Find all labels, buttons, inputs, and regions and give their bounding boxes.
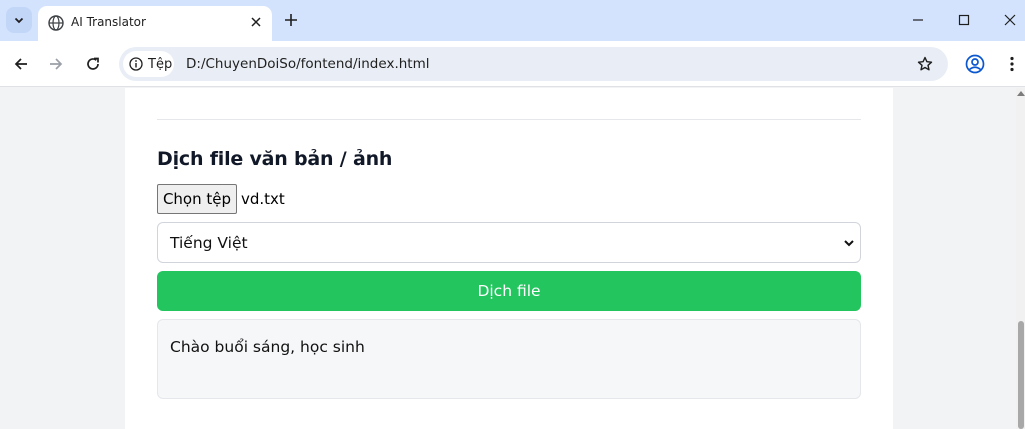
choose-file-button[interactable]: Chọn tệp bbox=[157, 184, 237, 214]
tab-strip: AI Translator bbox=[0, 0, 1025, 41]
minimize-icon bbox=[913, 19, 923, 21]
maximize-icon bbox=[958, 14, 970, 26]
translator-card: Dịch file văn bản / ảnh Chọn tệp vd.txt … bbox=[125, 88, 893, 429]
globe-icon bbox=[48, 15, 64, 31]
scroll-up-arrow-icon[interactable] bbox=[1017, 91, 1025, 96]
arrow-right-icon bbox=[50, 58, 63, 70]
browser-toolbar: Tệp D:/ChuyenDoiSo/fontend/index.html bbox=[0, 41, 1025, 87]
chevron-down-icon bbox=[844, 240, 854, 247]
minimize-button[interactable] bbox=[904, 8, 932, 32]
tab-ai-translator[interactable]: AI Translator bbox=[38, 6, 272, 41]
site-info-chip[interactable]: Tệp bbox=[123, 51, 174, 77]
page-viewport: Dịch file văn bản / ảnh Chọn tệp vd.txt … bbox=[0, 88, 1025, 429]
maximize-button[interactable] bbox=[950, 8, 978, 32]
chevron-down-icon bbox=[14, 17, 24, 24]
close-icon bbox=[251, 17, 261, 27]
tab-list-button[interactable] bbox=[6, 7, 32, 33]
selected-language: Tiếng Việt bbox=[170, 234, 248, 252]
file-translate-title: Dịch file văn bản / ảnh bbox=[157, 148, 393, 170]
site-chip-label: Tệp bbox=[148, 56, 173, 72]
selected-file-name: vd.txt bbox=[241, 190, 285, 208]
plus-icon bbox=[285, 14, 297, 26]
tab-title: AI Translator bbox=[71, 15, 146, 29]
page-scrollbar[interactable] bbox=[1016, 88, 1025, 429]
section-divider bbox=[157, 119, 861, 120]
star-icon bbox=[917, 56, 933, 71]
profile-icon bbox=[965, 54, 985, 74]
scrollbar-thumb[interactable] bbox=[1018, 321, 1024, 429]
url-text[interactable]: D:/ChuyenDoiSo/fontend/index.html bbox=[186, 56, 429, 72]
profile-button[interactable] bbox=[963, 52, 987, 76]
reload-icon bbox=[87, 57, 99, 70]
bookmark-button[interactable] bbox=[914, 53, 936, 75]
target-language-select[interactable]: Tiếng Việt bbox=[157, 222, 861, 263]
back-button[interactable] bbox=[9, 52, 33, 76]
address-bar[interactable]: Tệp D:/ChuyenDoiSo/fontend/index.html bbox=[119, 47, 948, 81]
browser-menu-button[interactable] bbox=[1004, 52, 1020, 76]
forward-button[interactable] bbox=[44, 52, 68, 76]
info-icon bbox=[129, 57, 143, 71]
reload-button[interactable] bbox=[81, 52, 105, 76]
close-window-button[interactable] bbox=[996, 8, 1024, 32]
more-vert-icon bbox=[1010, 56, 1014, 72]
new-tab-button[interactable] bbox=[280, 9, 302, 31]
arrow-left-icon bbox=[14, 58, 27, 70]
close-icon bbox=[1004, 14, 1016, 26]
close-tab-button[interactable] bbox=[246, 12, 266, 32]
translation-output-text: Chào buổi sáng, học sinh bbox=[170, 338, 365, 356]
translate-file-button[interactable]: Dịch file bbox=[157, 271, 861, 311]
translation-output: Chào buổi sáng, học sinh bbox=[157, 319, 861, 399]
